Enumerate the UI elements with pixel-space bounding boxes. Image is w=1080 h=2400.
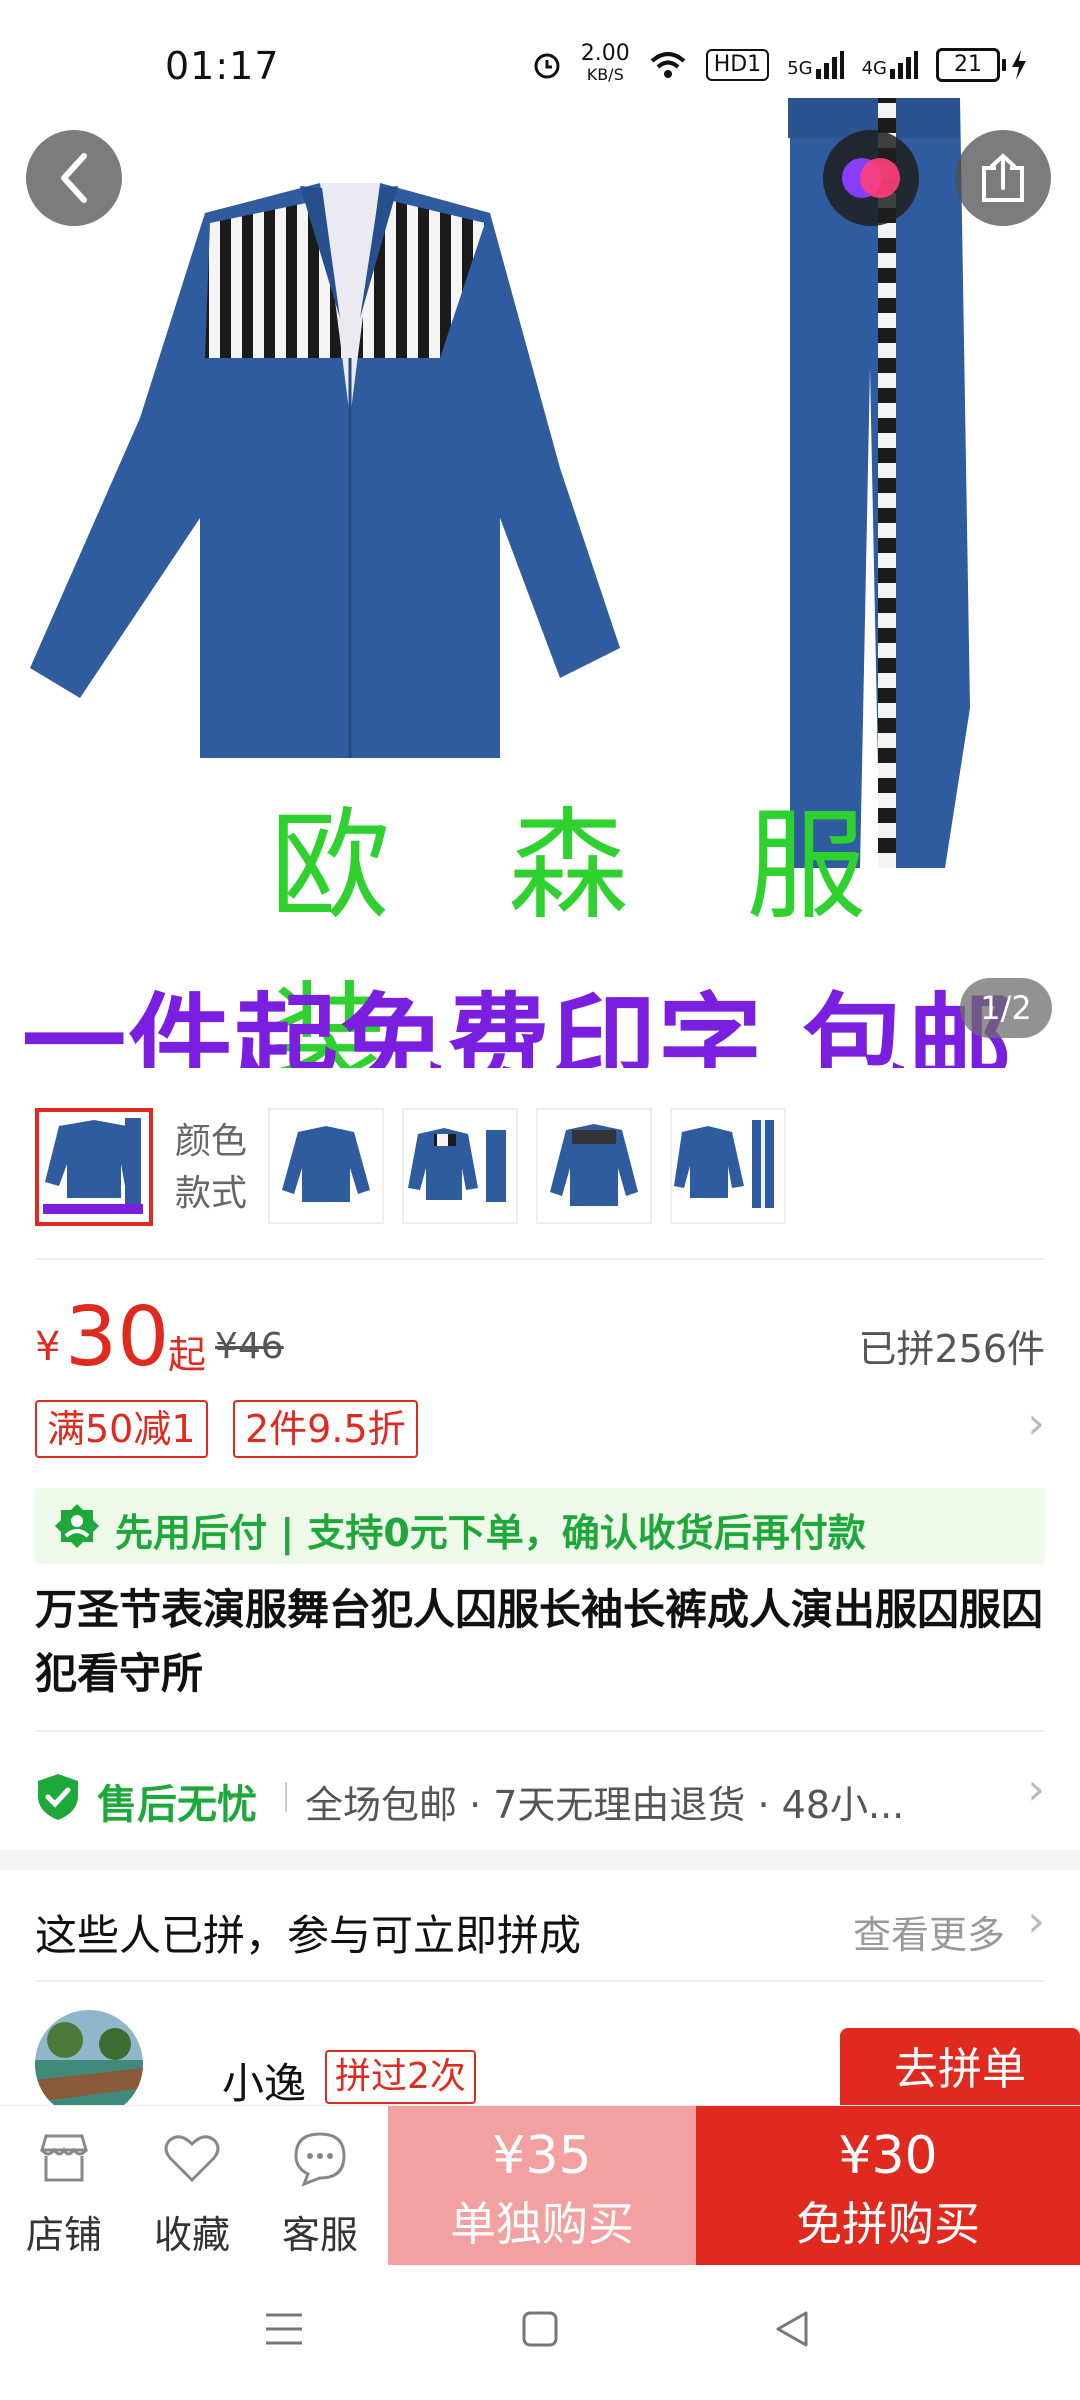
back-nav-icon[interactable] xyxy=(770,2307,814,2351)
wifi-icon xyxy=(650,51,686,78)
pay-later-text: 先用后付 | 支持0元下单，确认收货后再付款 xyxy=(115,1511,866,1555)
current-price: 30 xyxy=(65,1290,170,1385)
product-image-carousel[interactable]: 欧 森 服 装 一件起免费印字 包邮 xyxy=(0,88,1080,1068)
alarm-icon xyxy=(534,53,560,78)
single-price: ¥35 xyxy=(492,2126,592,2186)
divider xyxy=(35,1980,1045,1982)
divider xyxy=(35,1258,1045,1260)
member-name: 小逸 xyxy=(222,2059,307,2108)
menu-icon[interactable] xyxy=(262,2309,306,2349)
currency-symbol: ¥ xyxy=(35,1324,61,1370)
brand-logo-icon xyxy=(842,158,900,198)
chevron-left-icon xyxy=(61,153,87,203)
pay-later-icon xyxy=(55,1504,99,1548)
service-guarantee-row[interactable]: 售后无忧 全场包邮 · 7天无理由退货 · 48小... › xyxy=(35,1760,1045,1832)
back-button[interactable] xyxy=(26,130,122,226)
group-sold-count: 已拼256件 xyxy=(858,1327,1045,1371)
home-icon[interactable] xyxy=(518,2307,562,2351)
variant-thumb-4[interactable] xyxy=(536,1108,652,1224)
status-time: 01:17 xyxy=(165,44,280,88)
divider xyxy=(35,1730,1045,1732)
chat-icon xyxy=(294,2132,346,2187)
variant-thumb-2[interactable] xyxy=(268,1108,384,1224)
group-member-row: 小逸 拼过2次 去拼单 xyxy=(35,2010,1080,2118)
price-suffix: 起 xyxy=(168,1333,207,1377)
join-group-button[interactable]: 去拼单 xyxy=(840,2028,1080,2112)
hero-promo-text: 一件起免费印字 包邮 xyxy=(22,982,1015,1068)
signal-4g-icon: 4G xyxy=(862,50,918,79)
pay-later-banner[interactable]: 先用后付 | 支持0元下单，确认收货后再付款 xyxy=(35,1488,1045,1564)
hd-icon: HD1 xyxy=(705,48,770,81)
coupon-badge[interactable]: 2件9.5折 xyxy=(233,1400,418,1458)
group-buy-header: 这些人已拼，参与可立即拼成 查看更多 › xyxy=(35,1890,1045,1970)
service-details: 全场包邮 · 7天无理由退货 · 48小... xyxy=(305,1783,905,1827)
chevron-right-icon: › xyxy=(1027,1764,1045,1815)
variant-thumbnails: 颜色 款式 xyxy=(35,1108,1045,1228)
product-title: 万圣节表演服舞台犯人囚服长袖长裤成人演出服囚服囚犯看守所 xyxy=(35,1585,1044,1698)
member-badge: 拼过2次 xyxy=(325,2050,476,2104)
net-speed: 2.00 KB/S xyxy=(580,41,630,85)
share-icon xyxy=(982,153,1024,202)
variant-thumb-3[interactable] xyxy=(402,1108,518,1224)
group-price: ¥30 xyxy=(838,2126,938,2186)
system-nav-bar xyxy=(0,2265,1080,2400)
battery-icon: 21 xyxy=(936,47,1028,82)
shield-check-icon xyxy=(38,1774,78,1820)
variant-thumb-5[interactable] xyxy=(670,1108,786,1224)
chevron-right-icon: › xyxy=(1027,1896,1045,1947)
share-button[interactable] xyxy=(955,130,1051,226)
service-main-label: 售后无忧 xyxy=(97,1782,257,1828)
favorite-button[interactable]: 收藏 xyxy=(132,2106,252,2266)
single-label: 单独购买 xyxy=(450,2197,634,2251)
brand-logo-button[interactable] xyxy=(823,130,919,226)
image-counter: 1/2 xyxy=(960,978,1052,1038)
see-more-link[interactable]: 查看更多 xyxy=(853,1904,1005,1959)
buy-single-button[interactable]: ¥35 单独购买 xyxy=(388,2106,696,2266)
store-button[interactable]: 店铺 xyxy=(4,2106,124,2266)
heart-icon xyxy=(164,2135,220,2183)
group-buy-title: 这些人已拼，参与可立即拼成 xyxy=(35,1911,582,1960)
chevron-right-icon: › xyxy=(1027,1398,1045,1449)
store-icon xyxy=(40,2134,88,2182)
section-divider xyxy=(0,1850,1080,1870)
price-row: ¥ 30 起 ¥46 已拼256件 xyxy=(35,1290,1045,1385)
bottom-action-bar: 店铺 收藏 客服 ¥35 单独购买 ¥30 免拼购买 xyxy=(0,2105,1080,2266)
signal-5g-icon: 5G xyxy=(787,50,844,79)
original-price: ¥46 xyxy=(215,1326,284,1367)
coupon-row[interactable]: 满50减1 2件9.5折 › xyxy=(35,1398,1045,1458)
buy-group-button[interactable]: ¥30 免拼购买 xyxy=(696,2106,1080,2266)
variant-label: 颜色 款式 xyxy=(175,1121,248,1214)
avatar xyxy=(35,2010,143,2118)
coupon-badge[interactable]: 满50减1 xyxy=(35,1400,208,1458)
variant-thumb-1[interactable] xyxy=(35,1108,153,1226)
status-icons: 2.00 KB/S HD1 5G 4G 21 xyxy=(531,41,1028,85)
group-label: 免拼购买 xyxy=(796,2197,980,2251)
customer-service-button[interactable]: 客服 xyxy=(260,2106,380,2266)
